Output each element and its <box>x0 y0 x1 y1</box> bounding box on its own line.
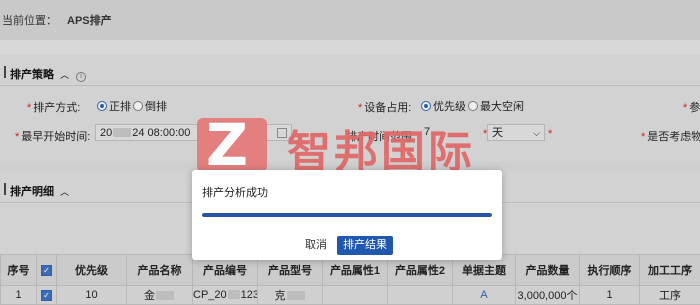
calendar-icon[interactable] <box>277 128 287 138</box>
radio-priority[interactable]: 优先级 <box>421 98 466 114</box>
col-priority: 优先级 <box>57 255 127 286</box>
checkbox-checked-icon[interactable]: ✓ <box>41 290 52 301</box>
checkbox-checked-icon[interactable]: ✓ <box>41 265 52 276</box>
schedule-dialog: 排产分析成功 取消 排产结果 <box>192 170 502 260</box>
col-name: 产品名称 <box>127 255 193 286</box>
radio-empty-icon <box>133 101 143 111</box>
occupy-label: *设备占用: <box>358 99 411 115</box>
schedule-result-button[interactable]: 排产结果 <box>337 236 393 255</box>
chevron-up-icon[interactable]: ︿ <box>60 185 69 198</box>
start-time-input[interactable]: 2024 08:00:00 <box>95 124 292 141</box>
radio-selected-icon <box>97 101 107 111</box>
param-label: *参 <box>683 99 700 115</box>
radio-forward[interactable]: 正排 <box>97 98 131 114</box>
info-icon[interactable]: i <box>76 72 86 82</box>
col-process: 加工工序 <box>640 255 700 286</box>
col-order: 执行顺序 <box>580 255 640 286</box>
radio-backward[interactable]: 倒排 <box>133 98 167 114</box>
chevron-down-icon: ⌵ <box>533 125 540 142</box>
radio-selected-icon <box>421 101 431 111</box>
radio-max-idle[interactable]: 最大空闲 <box>468 98 524 114</box>
breadcrumb-current: APS排产 <box>67 15 112 27</box>
redacted-text <box>156 291 174 300</box>
divider <box>0 85 700 86</box>
breadcrumb-label: 当前位置： <box>2 15 57 27</box>
detail-title-text: 排产明细 <box>10 186 54 198</box>
range-label: 排产时间范围: <box>346 128 415 144</box>
col-select-all[interactable]: ✓ <box>37 255 57 286</box>
redacted-text <box>113 128 131 137</box>
detail-table: 序号 ✓ 优先级 产品名称 产品编号 产品型号 产品属性1 产品属性2 单据主题… <box>0 254 700 305</box>
mode-label: *排产方式: <box>27 99 80 115</box>
consider-label: *是否考虑物 <box>641 128 700 144</box>
header-bar: 当前位置： APS排产 <box>0 0 700 40</box>
redacted-text <box>287 291 305 300</box>
detail-title[interactable]: 排产明细 ︿ <box>10 183 69 199</box>
aps-page: 当前位置： APS排产 排产策略 ︿ i *排产方式: 正排 倒排 *设备占用: 优先… <box>0 0 700 302</box>
dialog-message: 排产分析成功 <box>202 184 268 200</box>
range-input[interactable]: 7 <box>420 124 476 141</box>
strategy-title-text: 排产策略 <box>10 69 54 81</box>
col-index: 序号 <box>1 255 37 286</box>
req-mark: * <box>548 128 554 140</box>
col-qty: 产品数量 <box>516 255 580 286</box>
strategy-panel: 排产策略 ︿ i *排产方式: 正排 倒排 *设备占用: 优先级 最大空闲 *参 *… <box>0 54 700 161</box>
radio-empty-icon <box>468 101 478 111</box>
progress-bar <box>202 213 492 217</box>
breadcrumb: 当前位置： APS排产 <box>2 12 112 28</box>
redacted-text <box>228 290 240 299</box>
start-time-label: *最早开始时间: <box>15 128 90 144</box>
section-gap <box>0 40 700 54</box>
chevron-up-icon[interactable]: ︿ <box>60 68 69 81</box>
cancel-button[interactable]: 取消 <box>300 236 332 255</box>
strategy-title[interactable]: 排产策略 ︿ i <box>10 66 86 82</box>
range-unit-select[interactable]: 天⌵ <box>487 124 545 141</box>
progress-fill <box>202 213 492 217</box>
